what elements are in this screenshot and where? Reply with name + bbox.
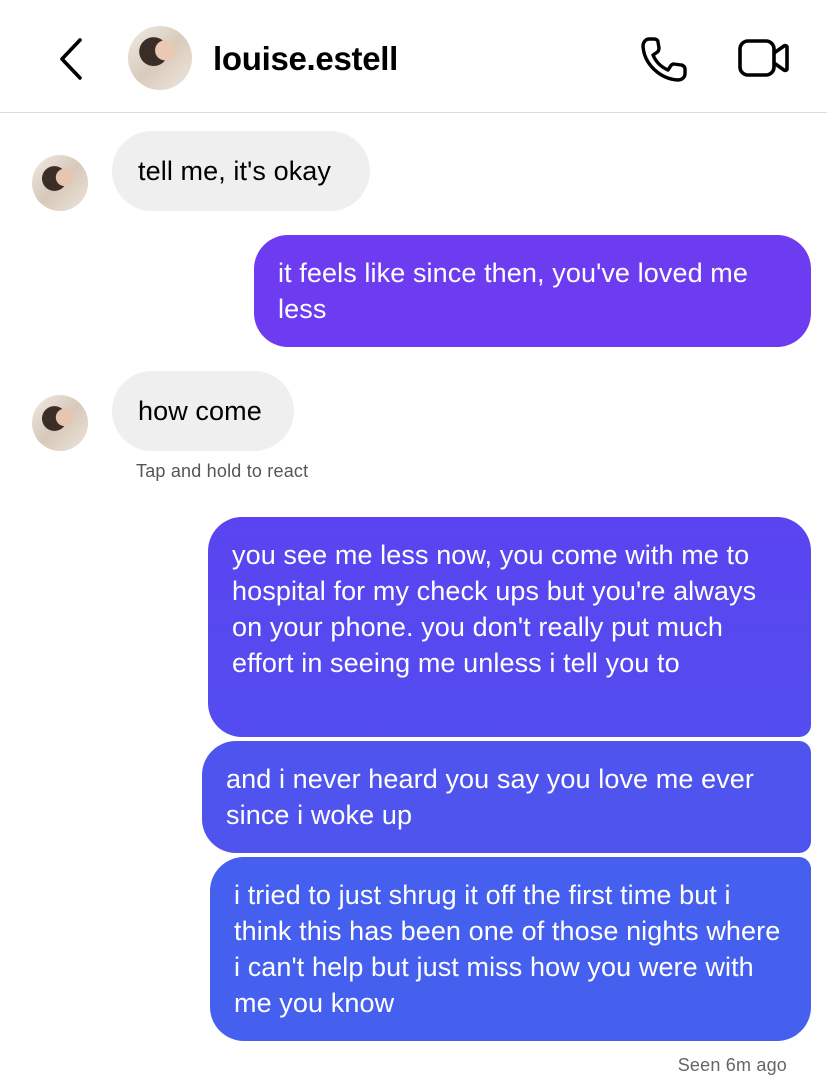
message-text: and i never heard you say you love me ev… [226,764,754,830]
message-text: tell me, it's okay [138,156,332,186]
message-text: i tried to just shrug it off the first t… [234,880,781,1018]
incoming-message[interactable]: how come [112,371,294,451]
chevron-left-icon [60,38,82,80]
sender-avatar[interactable] [32,395,88,451]
chat-header: louise.estell [0,0,827,113]
message-text: it feels like since then, you've loved m… [278,258,748,324]
outgoing-message[interactable]: it feels like since then, you've loved m… [254,235,811,347]
seen-status: Seen 6m ago [677,1055,787,1075]
sender-avatar[interactable] [32,155,88,211]
react-hint: Tap and hold to react [136,461,309,481]
contact-avatar[interactable] [128,26,192,90]
phone-icon [641,37,687,82]
message-text: how come [138,396,262,426]
video-call-button[interactable] [736,36,790,80]
outgoing-message[interactable]: i tried to just shrug it off the first t… [210,857,811,1041]
outgoing-message[interactable]: and i never heard you say you love me ev… [202,741,811,853]
contact-username[interactable]: louise.estell [213,38,398,80]
call-button[interactable] [638,34,690,84]
outgoing-message[interactable]: you see me less now, you come with me to… [208,517,811,737]
video-camera-icon [738,39,789,77]
incoming-message[interactable]: tell me, it's okay [112,131,370,211]
back-button[interactable] [52,36,92,82]
message-text: you see me less now, you come with me to… [232,540,757,678]
